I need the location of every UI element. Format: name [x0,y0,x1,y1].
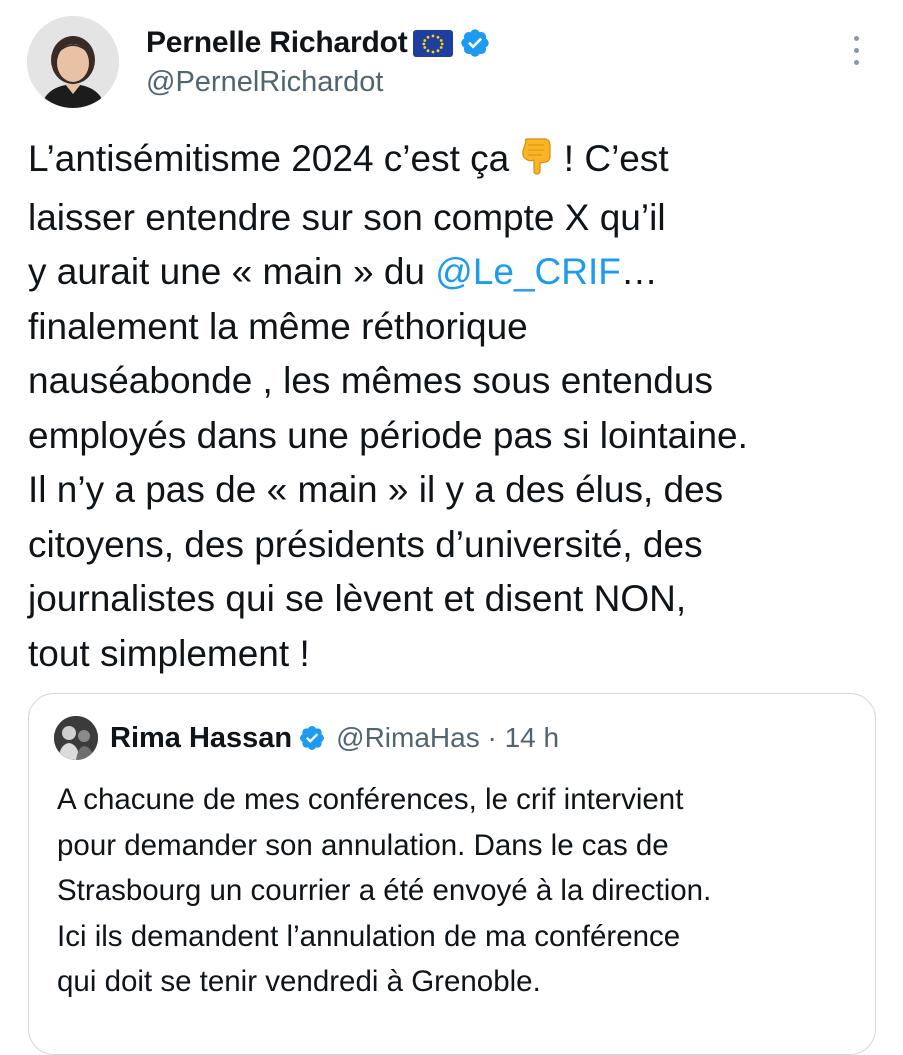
quoted-author-display-name[interactable]: Rima Hassan [110,722,292,755]
author-avatar[interactable] [27,16,119,108]
author-display-name[interactable]: Pernelle Richardot [146,26,408,60]
pointing-down-emoji-icon [520,136,554,191]
quoted-tweet[interactable]: Rima Hassan @RimaHas · 14 h A chacune de… [28,693,876,1055]
mention-link[interactable]: @Le_CRIF [435,251,621,292]
quoted-author-handle-time[interactable]: @RimaHas · 14 h [336,722,559,754]
tweet-text-part3: … finalement la même réthorique nauséabo… [28,251,748,674]
author-name-row: Pernelle Richardot [146,26,491,60]
quoted-tweet-header: Rima Hassan @RimaHas · 14 h [54,716,559,760]
verified-badge-icon [459,27,491,59]
tweet-header: Pernelle Richardot @PernelRichardot [0,0,903,120]
quoted-tweet-text: A chacune de mes conférences, le crif in… [57,783,712,998]
eu-flag-icon [413,29,454,57]
tweet-text-part1: L’antisémitisme 2024 c’est ça [28,138,520,179]
quoted-author-avatar[interactable] [54,716,98,760]
author-handle[interactable]: @PernelRichardot [146,66,383,99]
verified-badge-icon [298,724,326,752]
more-options-icon[interactable] [846,36,866,72]
tweet-text: L’antisémitisme 2024 c’est ça ! C’est la… [28,132,878,681]
